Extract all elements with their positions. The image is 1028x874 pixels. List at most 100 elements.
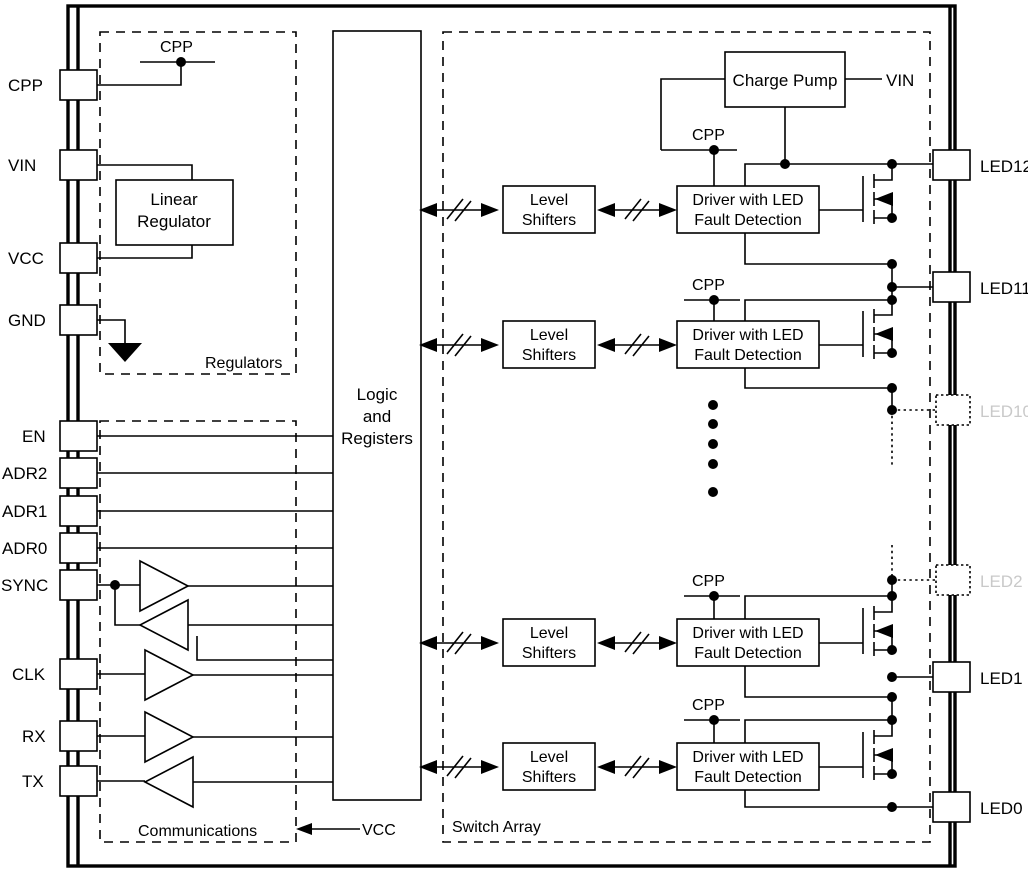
pad-led1[interactable] [932,661,971,693]
wire-gnd-to-symbol [97,319,126,343]
mosfet-2 [819,300,897,359]
pad-clk[interactable] [59,658,98,690]
group-communications-boundary [99,420,297,843]
pad-led11[interactable] [932,271,971,303]
net-label-cpp-regulator: CPP [160,39,193,56]
led1-tap-dot [887,672,897,682]
wire-driver2-sense [744,368,892,389]
pin-label-led11: LED11 [980,279,1028,298]
pin-label-rx: RX [22,727,46,746]
logic-line3: Registers [341,429,413,448]
bus-arrow-right-1a-icon [481,203,499,217]
ls4-line1: Level [530,749,568,766]
pad-en[interactable] [59,420,98,452]
ls3-line2: Shifters [522,645,576,662]
pin-label-led2: LED2 [980,572,1023,591]
mosfet-4 [819,720,897,780]
left-pin-cpp: CPP [8,69,98,101]
pad-led10[interactable] [935,394,971,426]
left-pin-tx: TX [22,765,98,797]
drv3-line2: Fault Detection [694,645,802,662]
right-pin-led0: LED0 [932,791,1023,823]
bus-slash-2b2-icon [632,335,650,357]
pad-adr1[interactable] [59,495,98,527]
pin-label-gnd: GND [8,311,46,330]
cpp-label-1: CPP [692,127,725,144]
wire-sync-aux [196,636,333,661]
wire-driver3-sense [744,666,892,698]
wire-driver4-sense [744,790,892,808]
tx-buffer-icon [143,755,194,809]
linear-regulator-line1: Linear [150,190,198,209]
pad-adr2[interactable] [59,457,98,489]
group-communications-label: Communications [138,823,257,840]
bus-arrow-right-4a-icon [481,760,499,774]
pin-label-cpp: CPP [8,76,43,95]
linear-regulator-line2: Regulator [137,212,211,231]
bus-slash-4a-icon [446,755,464,777]
right-pin-led12: LED12 [932,149,1028,181]
ground-symbol-icon [108,343,142,362]
pin-label-led12: LED12 [980,157,1028,176]
mosfet4-body-diode-icon [875,748,893,762]
pin-label-adr1: ADR1 [2,502,47,521]
vcc-supply-arrowhead-icon [296,823,312,835]
pad-gnd[interactable] [59,304,98,336]
left-pin-gnd: GND [8,304,98,336]
block-diagram-canvas: Regulators Communications Switch Array C… [0,0,1028,874]
pad-vcc[interactable] [59,242,98,274]
left-pin-adr2: ADR2 [2,457,98,489]
left-pin-rx: RX [22,720,98,752]
ellipsis-dot-5 [708,487,718,497]
bus-slash-1a2-icon [454,200,472,222]
pad-led2[interactable] [935,564,971,596]
pin-label-led10: LED10 [980,402,1028,421]
wire-regulator-to-vcc [97,245,193,259]
drv4-line1: Driver with LED [692,749,803,766]
bus-slash-4a2-icon [454,757,472,779]
left-pin-sync: SYNC [1,569,98,601]
bus-arrow-right-1b-icon [659,203,677,217]
bus-arrow-left-4b-icon [597,760,615,774]
pin-label-vcc: VCC [8,249,44,268]
pad-sync[interactable] [59,569,98,601]
drv1-line1: Driver with LED [692,192,803,209]
diagram-svg: Regulators Communications Switch Array C… [1,4,1028,868]
pin-label-en: EN [22,427,46,446]
pin-label-clk: CLK [12,665,46,684]
drv1-line2: Fault Detection [694,212,802,229]
bus-arrow-right-3a-icon [481,636,499,650]
left-pin-vcc: VCC [8,242,98,274]
wire-driver1-sense [744,233,892,265]
pin-label-adr2: ADR2 [2,464,47,483]
bus-slash-4b2-icon [632,757,650,779]
right-pin-led11: LED11 [932,271,1028,303]
cpp-label-3: CPP [692,573,725,590]
left-pin-clk: CLK [12,658,98,690]
pad-cpp[interactable] [59,69,98,101]
bus-slash-4b-icon [624,755,642,777]
pad-rx[interactable] [59,720,98,752]
mosfet-1 [819,164,897,224]
bus-slash-1b2-icon [632,200,650,222]
ls2-line2: Shifters [522,347,576,364]
bus-arrow-left-1b-icon [597,203,615,217]
cpp-label-2: CPP [692,277,725,294]
bus-slash-1a-icon [446,198,464,220]
pad-tx[interactable] [59,765,98,797]
mosfet2-body-diode-icon [875,327,893,341]
bus-arrow-left-2b-icon [597,338,615,352]
clk-buffer-icon [144,648,195,702]
ls2-line1: Level [530,327,568,344]
pad-led12[interactable] [932,149,971,181]
ls1-line2: Shifters [522,212,576,229]
drv4-line2: Fault Detection [694,769,802,786]
right-pin-led2: LED2 [935,564,1023,596]
drv3-line1: Driver with LED [692,625,803,642]
pad-vin[interactable] [59,149,98,181]
pad-adr0[interactable] [59,532,98,564]
cpp-label-4: CPP [692,697,725,714]
pin-label-led1: LED1 [980,669,1023,688]
wire-driver3-drain [744,595,892,619]
pad-led0[interactable] [932,791,971,823]
